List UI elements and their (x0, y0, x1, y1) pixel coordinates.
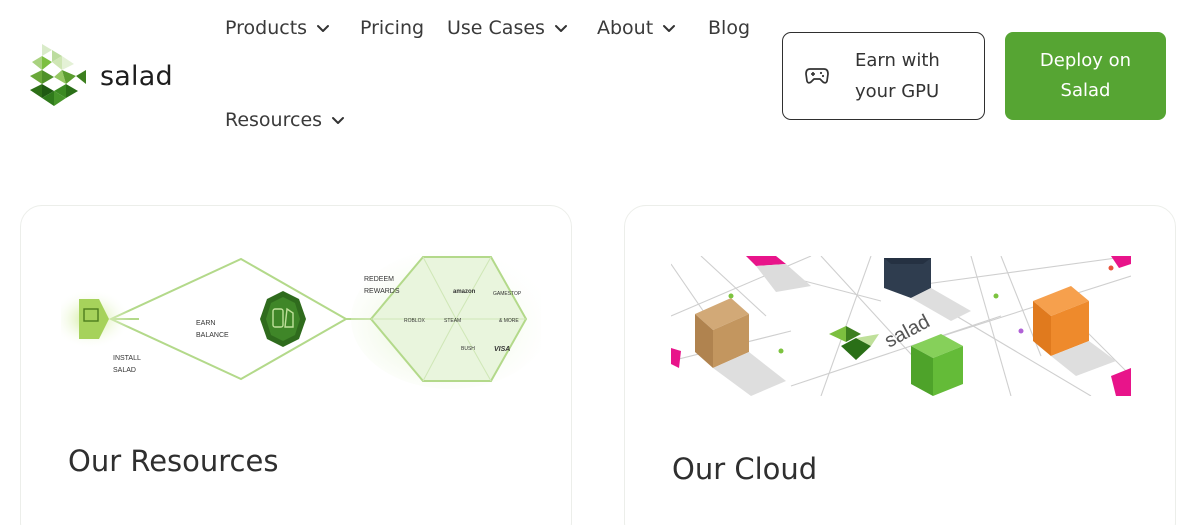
svg-text:VISA: VISA (494, 346, 510, 353)
reward-more: & MORE (499, 318, 519, 324)
svg-text:BUSH: BUSH (461, 346, 475, 352)
earn-with-gpu-button[interactable]: Earn with your GPU (782, 32, 985, 120)
svg-text:STEAM: STEAM (444, 318, 461, 324)
gamepad-icon (805, 68, 829, 84)
nav-pricing-label: Pricing (360, 17, 425, 39)
rewards-flow-illustration: INSTALL SALAD EARN BALANCE REDEEM REWARD… (61, 251, 541, 389)
brand-logo[interactable]: salad (28, 42, 173, 110)
svg-text:SALAD: SALAD (113, 367, 136, 374)
reward-visa: VISA (494, 346, 510, 353)
chevron-down-icon (663, 24, 676, 32)
reward-gamestop: GAMESTOP (493, 291, 522, 297)
svg-text:REDEEM: REDEEM (364, 276, 394, 283)
deploy-button-line2: Salad (1060, 80, 1111, 101)
brand-name: salad (100, 60, 173, 92)
nav-resources[interactable]: Resources (225, 109, 345, 131)
reward-bush: BUSH (461, 346, 475, 352)
nav-use-cases[interactable]: Use Cases (447, 17, 568, 39)
reward-roblox: ROBLOX (404, 318, 426, 324)
chevron-down-icon (332, 116, 345, 124)
svg-text:INSTALL: INSTALL (113, 355, 141, 362)
svg-text:GAMESTOP: GAMESTOP (493, 291, 522, 297)
earn-button-line2: your GPU (855, 81, 940, 102)
svg-text:EARN: EARN (196, 320, 215, 327)
nav-pricing[interactable]: Pricing (360, 17, 424, 39)
nav-use-cases-label: Use Cases (447, 17, 545, 39)
nav-blog[interactable]: Blog (708, 17, 750, 39)
install-label-1: INSTALL (113, 355, 141, 362)
redeem-label-1: REDEEM (364, 276, 394, 283)
nav-products-label: Products (225, 17, 308, 39)
reward-steam: STEAM (444, 318, 461, 324)
card-our-cloud[interactable]: salad Our Cloud (624, 205, 1176, 525)
deploy-button-line1: Deploy on (1039, 50, 1132, 71)
chevron-down-icon (554, 24, 567, 32)
card-title-our-resources: Our Resources (68, 444, 279, 478)
nav-resources-label: Resources (225, 109, 323, 131)
nav-about-label: About (597, 17, 654, 39)
card-title-our-cloud: Our Cloud (672, 452, 818, 486)
deploy-on-salad-button[interactable]: Deploy on Salad (1005, 32, 1166, 120)
salad-logo-icon (30, 44, 86, 106)
nav-products[interactable]: Products (225, 17, 330, 39)
svg-text:amazon: amazon (453, 289, 476, 295)
card-our-resources[interactable]: INSTALL SALAD EARN BALANCE REDEEM REWARD… (20, 205, 572, 525)
reward-amazon: amazon (453, 289, 476, 295)
svg-text:ROBLOX: ROBLOX (404, 318, 426, 324)
svg-text:& MORE: & MORE (499, 318, 519, 324)
svg-text:REWARDS: REWARDS (364, 288, 400, 295)
nav-about[interactable]: About (597, 17, 676, 39)
earn-button-line1: Earn with (855, 50, 940, 71)
earn-label-1: EARN (196, 320, 215, 327)
chevron-down-icon (317, 24, 330, 32)
earn-label-2: BALANCE (196, 332, 229, 339)
redeem-label-2: REWARDS (364, 288, 400, 295)
svg-text:BALANCE: BALANCE (196, 332, 229, 339)
nav-blog-label: Blog (708, 17, 750, 39)
cloud-network-illustration: salad (671, 256, 1131, 396)
install-label-2: SALAD (113, 367, 136, 374)
